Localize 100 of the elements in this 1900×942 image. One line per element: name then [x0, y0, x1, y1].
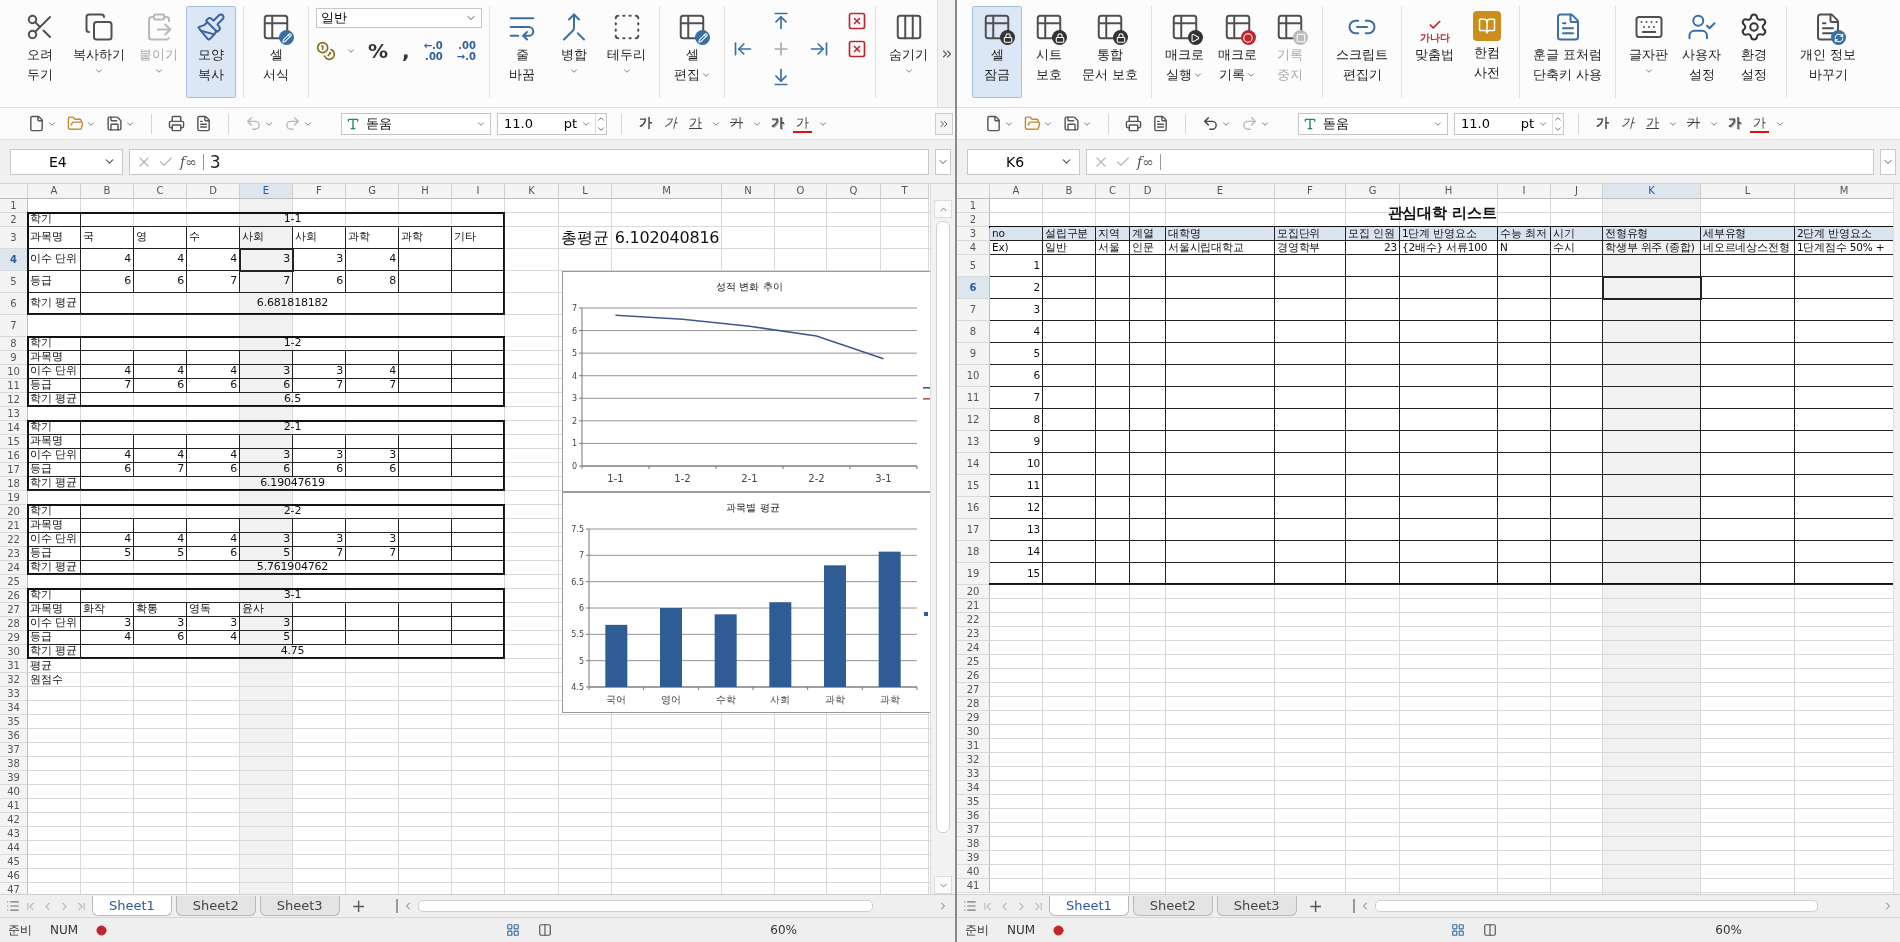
row-header[interactable]: 13	[957, 431, 990, 453]
column-header[interactable]: K	[1603, 184, 1701, 199]
text-style-button[interactable]: 가	[1618, 114, 1637, 133]
column-header[interactable]: J	[1551, 184, 1603, 199]
column-header[interactable]: G	[1346, 184, 1400, 199]
row-header[interactable]: 7	[957, 299, 990, 321]
column-header[interactable]: D	[1130, 184, 1166, 199]
row-header[interactable]: 9	[957, 343, 990, 365]
row-header[interactable]: 25	[0, 575, 28, 589]
row-header[interactable]: 34	[0, 701, 28, 715]
ribbon-button[interactable]: 매크로 기록	[1212, 6, 1264, 98]
column-header[interactable]: K	[505, 184, 559, 199]
row-header[interactable]: 29	[957, 711, 990, 725]
number-format-select[interactable]: 일반	[316, 8, 482, 28]
column-header[interactable]: C	[1096, 184, 1130, 199]
row-header[interactable]: 13	[0, 407, 28, 421]
row-header[interactable]: 28	[957, 697, 990, 711]
row-header[interactable]: 22	[957, 613, 990, 627]
column-header[interactable]: N	[722, 184, 775, 199]
row-header[interactable]: 14	[957, 453, 990, 475]
sheet-tab[interactable]: Sheet2	[175, 896, 256, 916]
row-header[interactable]: 28	[0, 617, 28, 631]
row-header[interactable]: 15	[0, 435, 28, 449]
column-header[interactable]: H	[1400, 184, 1498, 199]
column-header[interactable]: Q	[827, 184, 881, 199]
row-header[interactable]: 38	[0, 757, 28, 771]
ribbon-button[interactable]: 스크립트 편집기	[1330, 6, 1395, 98]
row-header[interactable]: 19	[0, 491, 28, 505]
text-style-button[interactable]: 가	[1750, 114, 1769, 133]
text-style-button[interactable]: 가	[636, 114, 655, 133]
row-header[interactable]: 46	[0, 869, 28, 883]
row-header[interactable]: 21	[957, 599, 990, 613]
row-header[interactable]: 12	[0, 393, 28, 407]
column-header[interactable]: I	[452, 184, 505, 199]
sheet-tab[interactable]: Sheet2	[1132, 896, 1213, 916]
sheet-tab[interactable]: Sheet1	[92, 896, 172, 916]
row-header[interactable]: 11	[957, 387, 990, 409]
row-header[interactable]: 32	[957, 753, 990, 767]
row-header[interactable]: 40	[957, 865, 990, 879]
text-style-button[interactable]: 가	[686, 114, 705, 133]
text-style-button[interactable]: 가	[1643, 114, 1662, 133]
row-header[interactable]: 32	[0, 673, 28, 687]
row-header[interactable]: 24	[0, 561, 28, 575]
column-header[interactable]: A	[28, 184, 81, 199]
row-header[interactable]: 9	[0, 351, 28, 365]
row-header[interactable]: 20	[957, 585, 990, 599]
column-header[interactable]: O	[775, 184, 827, 199]
ribbon-button[interactable]: 사용자 설정	[1676, 6, 1728, 98]
ribbon-button[interactable]: 줄 바꿈	[497, 6, 547, 98]
column-header[interactable]: F	[293, 184, 346, 199]
column-header[interactable]: G	[346, 184, 399, 199]
ribbon-button[interactable]: 한컴 사전	[1462, 6, 1513, 98]
row-header[interactable]: 11	[0, 379, 28, 393]
row-header[interactable]: 1	[957, 199, 990, 213]
row-header[interactable]: 24	[957, 641, 990, 655]
ribbon-button[interactable]: 테두리	[601, 6, 652, 98]
row-header[interactable]: 36	[957, 809, 990, 823]
row-header[interactable]: 4	[957, 241, 990, 255]
row-header[interactable]: 41	[957, 879, 990, 893]
font-size-field[interactable]: 11.0 pt	[497, 112, 607, 135]
row-header[interactable]: 18	[957, 541, 990, 563]
format-symbol-button[interactable]: ,	[400, 40, 412, 62]
row-header[interactable]: 44	[0, 841, 28, 855]
row-header[interactable]: 35	[0, 715, 28, 729]
ribbon-button[interactable]: 셀 편집	[667, 6, 717, 98]
format-symbol-button[interactable]: %	[366, 40, 391, 62]
ribbon-button[interactable]: 모양 복사	[186, 6, 236, 98]
row-header[interactable]: 16	[957, 497, 990, 519]
column-header[interactable]: C	[134, 184, 187, 199]
column-header[interactable]: E	[240, 184, 293, 199]
ribbon-button[interactable]: 셀 서식	[251, 6, 301, 98]
column-header[interactable]: A	[990, 184, 1043, 199]
decimal-button[interactable]: .00 →.0	[454, 40, 478, 62]
ribbon-button[interactable]: 환경 설정	[1729, 6, 1780, 98]
sheet-tab[interactable]: Sheet1	[1049, 896, 1129, 916]
row-header[interactable]: 42	[0, 813, 28, 827]
ribbon-button[interactable]: 매크로 실행	[1159, 6, 1211, 98]
row-header[interactable]: 17	[957, 519, 990, 541]
ribbon-button[interactable]: 가나다 맞춤법	[1409, 6, 1461, 98]
row-header[interactable]: 17	[0, 463, 28, 477]
row-header[interactable]: 19	[957, 563, 990, 585]
row-header[interactable]: 31	[0, 659, 28, 673]
row-header[interactable]: 38	[957, 837, 990, 851]
column-header[interactable]: M	[612, 184, 722, 199]
row-header[interactable]: 14	[0, 421, 28, 435]
text-style-button[interactable]: 가	[793, 114, 812, 133]
row-header[interactable]: 40	[0, 785, 28, 799]
row-header[interactable]: 35	[957, 795, 990, 809]
text-style-button[interactable]: 가	[1593, 114, 1612, 133]
row-header[interactable]: 5	[0, 271, 28, 293]
row-header[interactable]: 21	[0, 519, 28, 533]
row-header[interactable]: 39	[0, 771, 28, 785]
text-style-button[interactable]: 가	[768, 114, 787, 133]
row-header[interactable]: 5	[957, 255, 990, 277]
row-header[interactable]: 30	[957, 725, 990, 739]
column-header[interactable]: E	[1166, 184, 1275, 199]
row-header[interactable]: 23	[0, 547, 28, 561]
row-header[interactable]: 8	[957, 321, 990, 343]
function-label[interactable]: f∞	[1137, 153, 1161, 170]
row-header[interactable]: 20	[0, 505, 28, 519]
